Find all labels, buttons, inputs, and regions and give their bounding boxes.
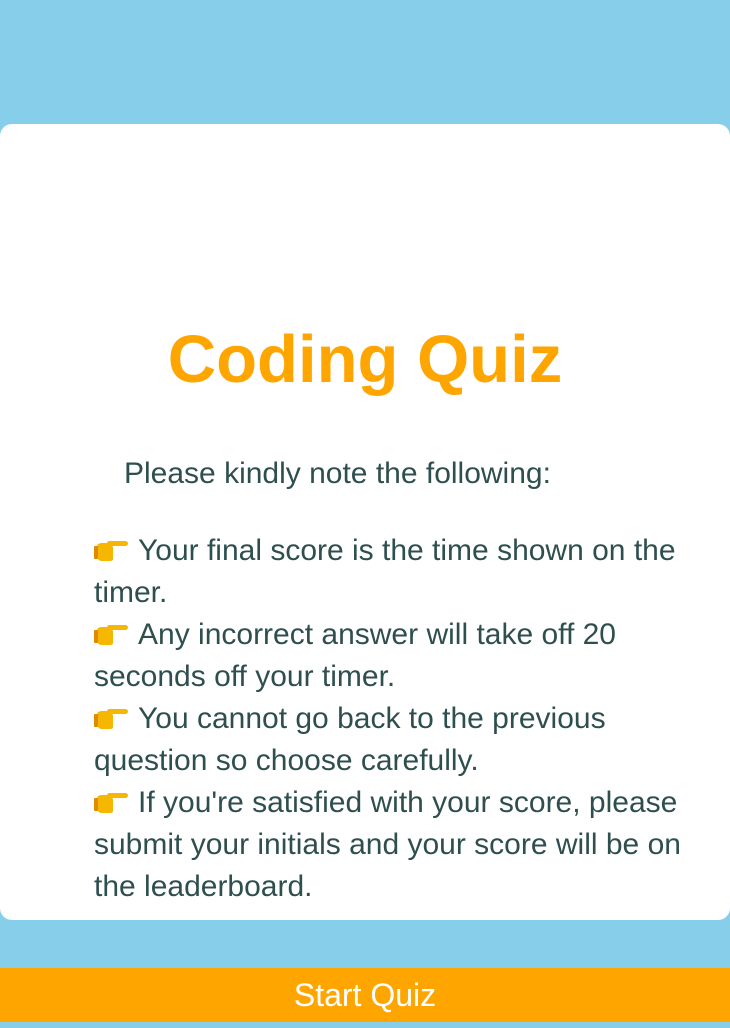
quiz-card: Coding Quiz Please kindly note the follo… (0, 124, 730, 1022)
rule-text: If you're satisfied with your score, ple… (94, 786, 681, 903)
rule-item: Any incorrect answer will take off 20 se… (94, 614, 704, 698)
rules-intro: Please kindly note the following: (124, 457, 551, 490)
rule-text: Your final score is the time shown on th… (94, 534, 676, 609)
rule-item: Your final score is the time shown on th… (94, 530, 704, 614)
pointing-hand-icon (94, 793, 128, 813)
start-quiz-button[interactable]: Start Quiz (0, 968, 730, 1022)
rule-item: You cannot go back to the previous quest… (94, 698, 704, 782)
quiz-title: Coding Quiz (167, 322, 563, 397)
rule-item: If you're satisfied with your score, ple… (94, 782, 704, 908)
pointing-hand-icon (94, 541, 128, 561)
pointing-hand-icon (94, 709, 128, 729)
rule-text: Any incorrect answer will take off 20 se… (94, 618, 616, 693)
rule-text: You cannot go back to the previous quest… (94, 702, 606, 777)
pointing-hand-icon (94, 625, 128, 645)
rules-list: Your final score is the time shown on th… (94, 530, 704, 908)
